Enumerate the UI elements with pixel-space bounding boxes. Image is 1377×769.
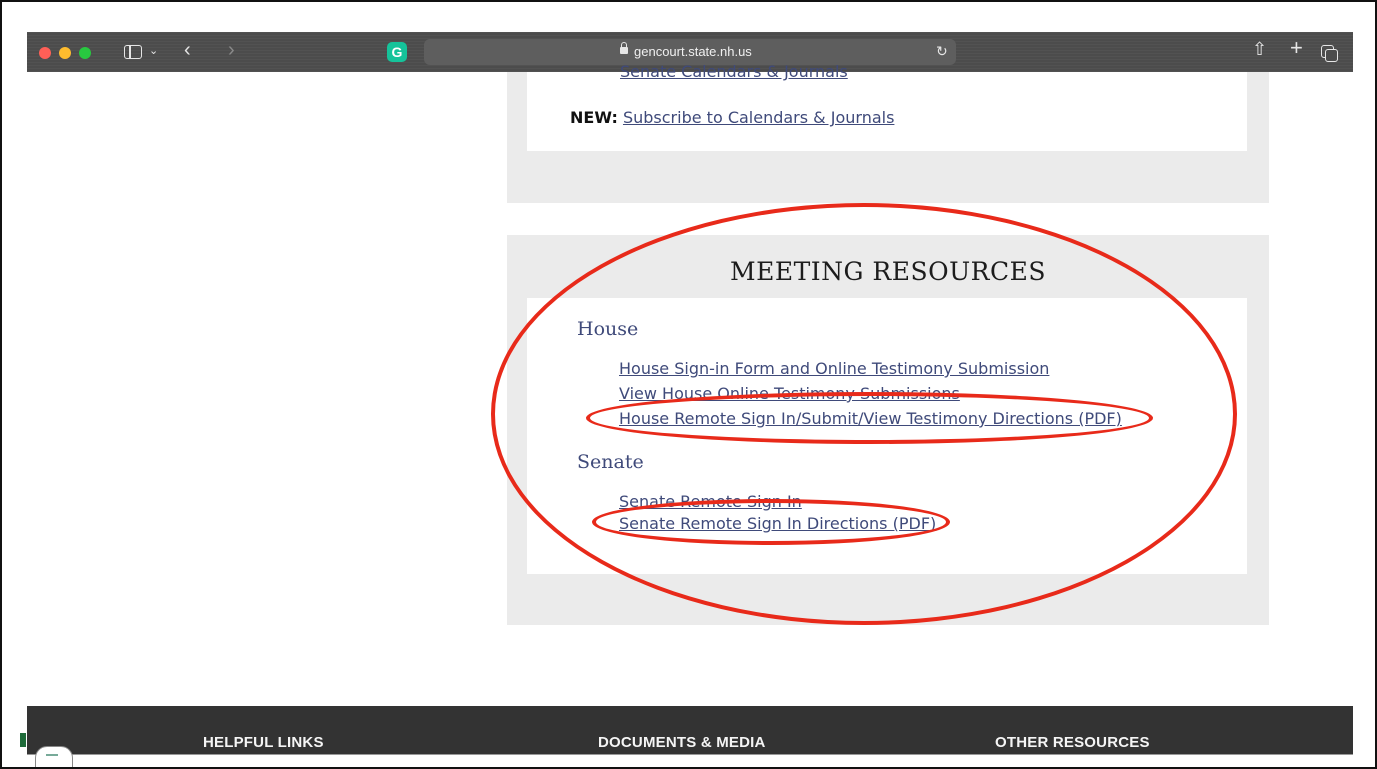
house-remote-directions-link[interactable]: House Remote Sign In/Submit/View Testimo… xyxy=(619,409,1122,428)
new-tab-icon[interactable]: + xyxy=(1290,37,1303,59)
chevron-down-icon[interactable]: ⌄ xyxy=(149,43,158,59)
state-seal-icon xyxy=(35,746,73,769)
senate-calendars-link[interactable]: Senate Calendars & Journals xyxy=(620,62,848,81)
senate-remote-sign-in-link[interactable]: Senate Remote Sign In xyxy=(619,492,802,511)
close-window-button[interactable] xyxy=(39,47,51,59)
back-icon[interactable]: ‹ xyxy=(184,40,191,60)
calendars-panel-inner: Senate Calendars & Journals NEW: Subscri… xyxy=(527,62,1247,151)
calendars-panel: Senate Calendars & Journals NEW: Subscri… xyxy=(507,62,1269,203)
footer-documents-media[interactable]: DOCUMENTS & MEDIA xyxy=(598,734,766,751)
senate-remote-directions-link[interactable]: Senate Remote Sign In Directions (PDF) xyxy=(619,514,936,533)
footer-other-resources[interactable]: OTHER RESOURCES xyxy=(995,734,1150,751)
house-view-testimony-link[interactable]: View House Online Testimony Submissions xyxy=(619,384,960,403)
meeting-resources-panel: MEETING RESOURCES House House Sign-in Fo… xyxy=(507,235,1269,625)
subscribe-line: NEW: Subscribe to Calendars & Journals xyxy=(570,108,894,127)
zoom-window-button[interactable] xyxy=(79,47,91,59)
share-icon[interactable]: ⇧ xyxy=(1252,40,1267,58)
forward-icon[interactable]: › xyxy=(228,40,235,60)
site-footer: HELPFUL LINKS DOCUMENTS & MEDIA OTHER RE… xyxy=(27,706,1353,754)
sidebar-icon[interactable] xyxy=(124,45,142,59)
footer-divider xyxy=(27,754,1353,755)
grammarly-extension-icon[interactable]: G xyxy=(387,42,407,62)
minimize-window-button[interactable] xyxy=(59,47,71,59)
reload-icon[interactable]: ↻ xyxy=(936,43,948,60)
house-sign-in-link[interactable]: House Sign-in Form and Online Testimony … xyxy=(619,359,1049,378)
footer-helpful-links[interactable]: HELPFUL LINKS xyxy=(203,734,324,751)
house-heading: House xyxy=(577,318,639,340)
side-badge xyxy=(20,733,26,747)
url-text: gencourt.state.nh.us xyxy=(634,44,752,59)
senate-heading: Senate xyxy=(577,451,644,473)
meeting-resources-inner: House House Sign-in Form and Online Test… xyxy=(527,298,1247,574)
meeting-resources-title: MEETING RESOURCES xyxy=(729,257,1047,286)
tab-overview-icon[interactable] xyxy=(1321,45,1338,62)
lock-icon xyxy=(620,42,628,54)
subscribe-link[interactable]: Subscribe to Calendars & Journals xyxy=(623,108,894,127)
new-label: NEW: xyxy=(570,108,618,127)
